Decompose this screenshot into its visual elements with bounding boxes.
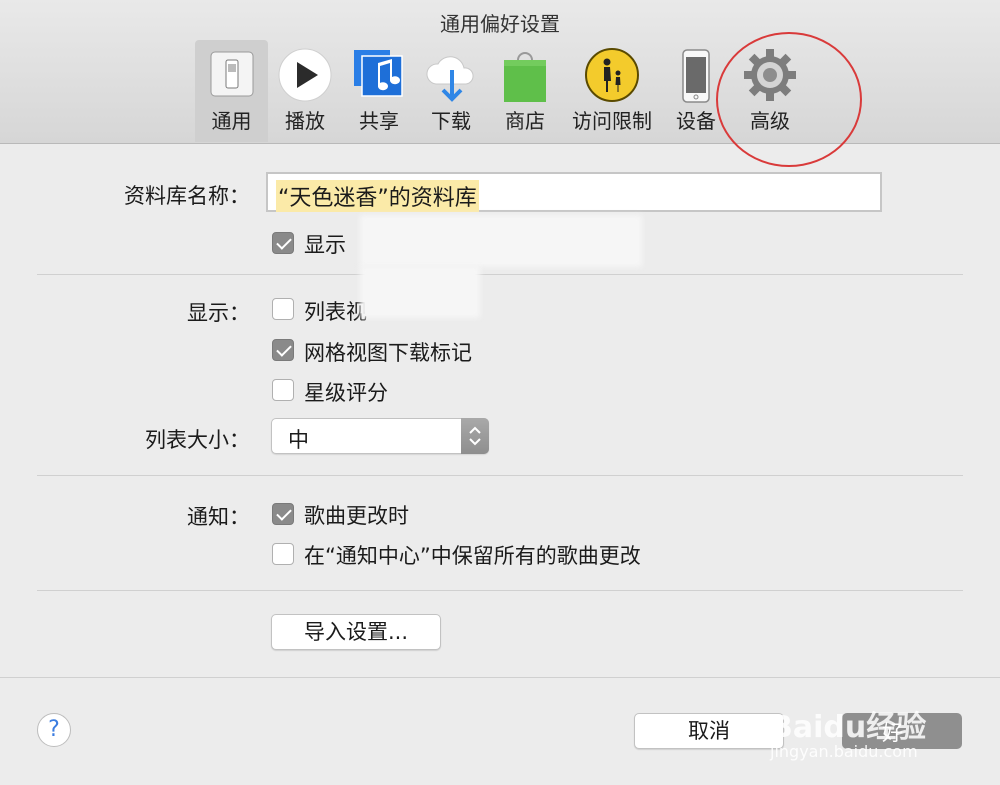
- chevron-up-down-icon: [469, 426, 481, 446]
- tab-playback[interactable]: 播放: [270, 40, 340, 142]
- watermark-text: Baidu经验: [770, 710, 927, 745]
- library-name-value: “天色迷香”的资料库: [276, 180, 479, 212]
- watermark-url: jingyan.baidu.com: [770, 742, 918, 761]
- library-name-field[interactable]: “天色迷香”的资料库: [266, 172, 882, 212]
- tab-label: 下载: [431, 109, 471, 133]
- play-icon: [278, 48, 332, 102]
- switch-icon: [210, 51, 253, 97]
- list-view-label: 列表视: [304, 300, 367, 324]
- separator: [37, 590, 963, 591]
- cloud-download-icon: [426, 56, 474, 102]
- tab-label: 通用: [211, 109, 252, 133]
- tab-label: 共享: [359, 109, 399, 133]
- tab-label: 访问限制: [572, 109, 652, 133]
- star-rating-label: 星级评分: [304, 381, 388, 405]
- notify-label: 通知：: [187, 505, 250, 529]
- tab-restrictions[interactable]: 访问限制: [566, 40, 658, 142]
- song-change-checkbox[interactable]: [272, 503, 294, 525]
- tab-downloads[interactable]: 下载: [418, 40, 484, 142]
- grid-download-checkbox[interactable]: [272, 339, 294, 361]
- star-rating-checkbox[interactable]: [272, 379, 294, 401]
- song-change-label: 歌曲更改时: [304, 504, 409, 528]
- tab-general[interactable]: 通用: [195, 40, 268, 142]
- keep-notifications-label: 在“通知中心”中保留所有的歌曲更改: [304, 544, 641, 568]
- parental-icon: [585, 48, 639, 102]
- tab-store[interactable]: 商店: [492, 40, 558, 142]
- tab-label: 播放: [285, 109, 325, 133]
- grid-download-label: 网格视图下载标记: [304, 341, 472, 365]
- tab-label: 商店: [505, 109, 545, 133]
- redacted-region: [360, 215, 642, 267]
- show-checkbox-label: 显示: [304, 233, 346, 257]
- tab-sharing[interactable]: 共享: [345, 40, 413, 142]
- list-size-select[interactable]: 中: [271, 418, 489, 454]
- list-size-label: 列表大小：: [145, 428, 250, 452]
- library-name-label: 资料库名称：: [124, 184, 250, 208]
- display-label: 显示：: [187, 301, 250, 325]
- list-view-checkbox[interactable]: [272, 298, 294, 320]
- help-button[interactable]: ?: [37, 713, 71, 747]
- stepper-arrows: [461, 418, 489, 454]
- annotation-circle: [716, 32, 862, 167]
- import-settings-button[interactable]: 导入设置...: [271, 614, 441, 650]
- separator: [37, 475, 963, 476]
- window-title: 通用偏好设置: [440, 12, 560, 36]
- cancel-button[interactable]: 取消: [634, 713, 784, 749]
- music-share-icon: [354, 50, 403, 97]
- separator: [37, 274, 963, 275]
- show-checkbox[interactable]: [272, 232, 294, 254]
- redacted-region: [360, 266, 480, 318]
- keep-notifications-checkbox[interactable]: [272, 543, 294, 565]
- separator: [0, 677, 1000, 678]
- shopping-bag-icon: [504, 52, 546, 102]
- list-size-value: 中: [288, 428, 309, 452]
